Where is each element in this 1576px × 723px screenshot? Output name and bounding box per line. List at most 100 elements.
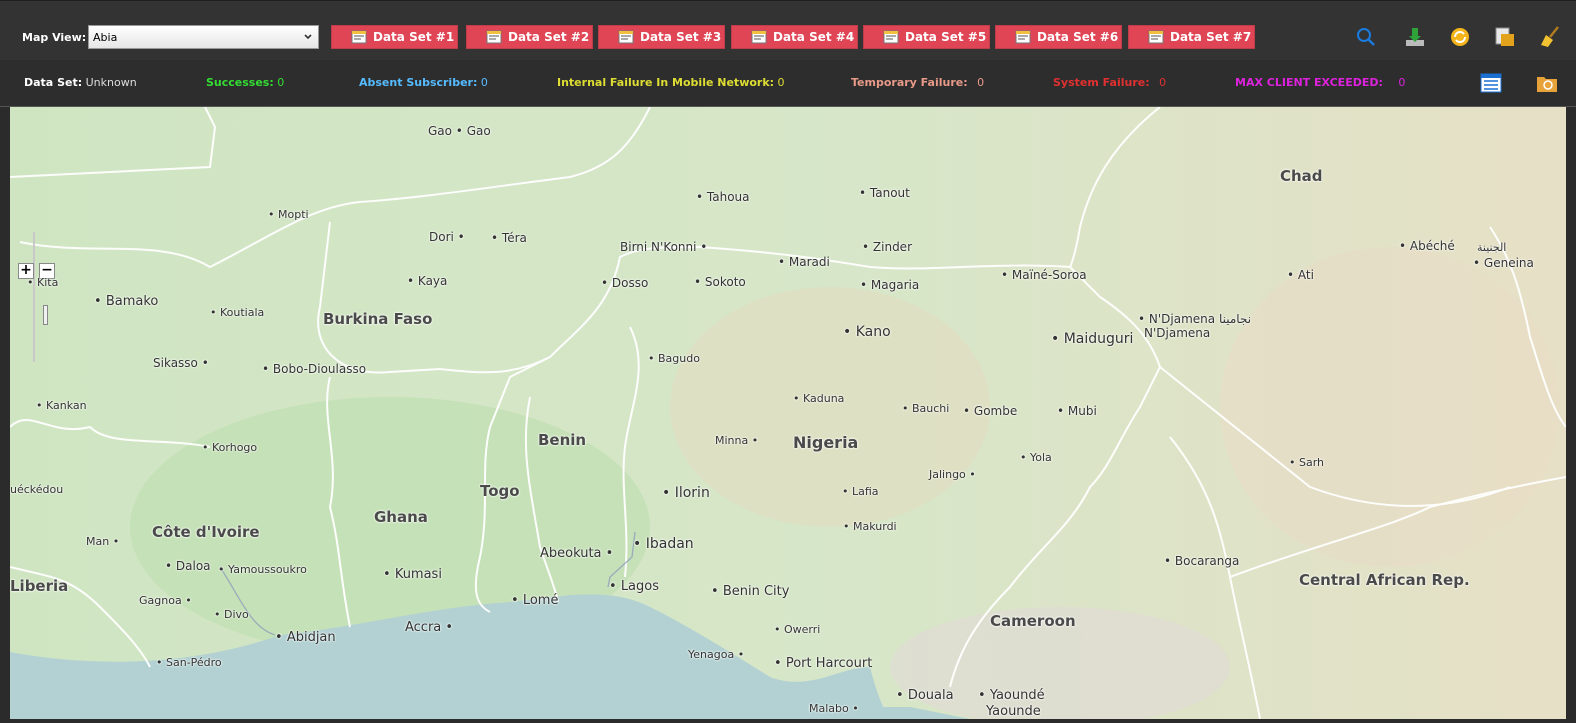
city-name: Magaria bbox=[870, 278, 920, 292]
city-label: • Dosso bbox=[601, 276, 648, 290]
country-label: Cameroon bbox=[990, 612, 1076, 630]
city-name: Birni N'Konni bbox=[620, 240, 697, 254]
city-dot-icon: • bbox=[778, 255, 789, 269]
city-dot-icon: • bbox=[601, 276, 612, 290]
dataset-button-1[interactable]: Data Set #1 bbox=[331, 25, 458, 49]
country-label: Togo bbox=[480, 482, 520, 500]
dataset-icon bbox=[1015, 30, 1031, 44]
dataset-button-3[interactable]: Data Set #3 bbox=[598, 25, 725, 49]
map-view-select[interactable]: Abia bbox=[88, 25, 319, 49]
city-dot-icon: • bbox=[1289, 456, 1299, 469]
city-label: • Benin City bbox=[711, 584, 789, 599]
dataset-button-label: Data Set #5 bbox=[905, 30, 987, 44]
city-label: • Mubi bbox=[1057, 404, 1097, 418]
city-dot-icon: • bbox=[511, 593, 523, 608]
map-canvas[interactable]: + − Chad Burkina Faso Benin Nigeria Togo Ghan… bbox=[10, 107, 1566, 719]
city-dot-icon: • bbox=[1057, 404, 1068, 418]
zoom-slider-handle[interactable] bbox=[43, 305, 48, 325]
search-icon[interactable] bbox=[1354, 25, 1378, 49]
city-dot-icon: • bbox=[843, 324, 856, 340]
city-dot-icon: • bbox=[1020, 451, 1030, 464]
dataset-button-5[interactable]: Data Set #5 bbox=[863, 25, 990, 49]
city-dot-icon: • bbox=[601, 546, 614, 561]
city-dot-icon: • bbox=[1399, 239, 1410, 253]
city-label: • Divo bbox=[214, 608, 249, 621]
city-dot-icon: • bbox=[453, 230, 465, 244]
dataset-button-7[interactable]: Data Set #7 bbox=[1128, 25, 1255, 49]
city-label: • Owerri bbox=[774, 623, 820, 636]
city-dot-icon: • bbox=[202, 441, 212, 454]
city-label: • Korhogo bbox=[202, 441, 257, 454]
city-name: Maiduguri bbox=[1063, 331, 1134, 347]
city-label: • Maïné-Soroa bbox=[1001, 268, 1087, 282]
city-label: • Magaria bbox=[860, 278, 919, 292]
city-name: Bobo-Dioulasso bbox=[272, 362, 367, 376]
city-name: Daloa bbox=[175, 559, 211, 573]
city-name: Yaounde bbox=[986, 704, 1041, 719]
city-dot-icon: • bbox=[27, 276, 37, 289]
city-name: Yenagoa bbox=[688, 648, 735, 661]
city-dot-icon: • bbox=[609, 579, 621, 594]
city-label: • Maradi bbox=[778, 255, 830, 269]
city-label: Abeokuta • bbox=[540, 546, 613, 561]
city-label: • Kankan bbox=[36, 399, 87, 412]
city-dot-icon: • bbox=[978, 688, 990, 703]
city-label: • Daloa bbox=[165, 559, 211, 573]
city-dot-icon: • bbox=[1287, 268, 1298, 282]
city-label: • Koutiala bbox=[210, 306, 264, 319]
map-view-value: Abia bbox=[93, 31, 118, 44]
status-max-client: MAX CLIENT EXCEEDED: 0 bbox=[1235, 76, 1406, 89]
city-dot-icon: • bbox=[848, 702, 859, 715]
city-dot-icon: • bbox=[648, 352, 658, 365]
city-label: Yaounde bbox=[986, 704, 1041, 719]
city-label: • Kita bbox=[27, 276, 58, 289]
top-toolbar: Map View: Abia Data Set #1 Data Set #2 Dat… bbox=[0, 0, 1576, 60]
city-name: Maïné-Soroa bbox=[1011, 268, 1087, 282]
dataset-button-label: Data Set #2 bbox=[508, 30, 590, 44]
city-dot-icon: • bbox=[774, 656, 786, 671]
city-label: Jalingo • bbox=[929, 468, 976, 481]
city-dot-icon: • bbox=[1051, 331, 1064, 347]
clipboard-icon[interactable] bbox=[1493, 25, 1517, 49]
city-name: Gombe bbox=[973, 404, 1018, 418]
zoom-slider-track[interactable] bbox=[33, 232, 35, 362]
dataset-button-4[interactable]: Data Set #4 bbox=[731, 25, 858, 49]
city-name: Ilorin bbox=[674, 485, 710, 501]
dataset-button-2[interactable]: Data Set #2 bbox=[466, 25, 593, 49]
city-dot-icon: • bbox=[694, 275, 705, 289]
status-internal-failure: Internal Failure In Mobile Network: 0 bbox=[557, 76, 785, 89]
city-dot-icon: • bbox=[1164, 554, 1175, 568]
city-dot-icon: • bbox=[165, 559, 176, 573]
refresh-icon[interactable] bbox=[1448, 25, 1472, 49]
city-name: Sikasso bbox=[153, 356, 198, 370]
city-name: Abeokuta bbox=[540, 546, 602, 561]
city-name: Gao • Gao bbox=[428, 124, 491, 138]
dataset-button-6[interactable]: Data Set #6 bbox=[995, 25, 1122, 49]
city-dot-icon: • bbox=[1138, 312, 1149, 326]
broom-icon[interactable] bbox=[1538, 25, 1562, 49]
city-name: Owerri bbox=[784, 623, 821, 636]
city-dot-icon: • bbox=[862, 240, 873, 254]
city-label: • Sarh bbox=[1289, 456, 1324, 469]
city-dot-icon: • bbox=[843, 520, 853, 533]
country-label: Ghana bbox=[374, 508, 428, 526]
city-name: Tanout bbox=[869, 186, 910, 200]
folder-search-icon[interactable] bbox=[1536, 73, 1558, 93]
city-label: • Lafia bbox=[842, 485, 879, 498]
city-label: • Tanout bbox=[859, 186, 910, 200]
city-label: • Maiduguri bbox=[1051, 331, 1133, 347]
city-label: • Ati bbox=[1287, 268, 1314, 282]
city-dot-icon: • bbox=[633, 536, 646, 552]
city-name: Yamoussoukro bbox=[228, 563, 307, 576]
city-dot-icon: • bbox=[711, 584, 723, 599]
city-label: الجنينة bbox=[1477, 241, 1506, 254]
download-icon[interactable] bbox=[1403, 25, 1427, 49]
country-label: Benin bbox=[538, 431, 587, 449]
city-label: • Zinder bbox=[862, 240, 912, 254]
city-name: Man bbox=[86, 535, 110, 548]
city-name: Dosso bbox=[611, 276, 649, 290]
city-label: • Bocaranga bbox=[1164, 554, 1239, 568]
table-view-icon[interactable] bbox=[1480, 73, 1502, 93]
city-label: • Bobo-Dioulasso bbox=[262, 362, 366, 376]
city-name: Lafia bbox=[852, 485, 879, 498]
